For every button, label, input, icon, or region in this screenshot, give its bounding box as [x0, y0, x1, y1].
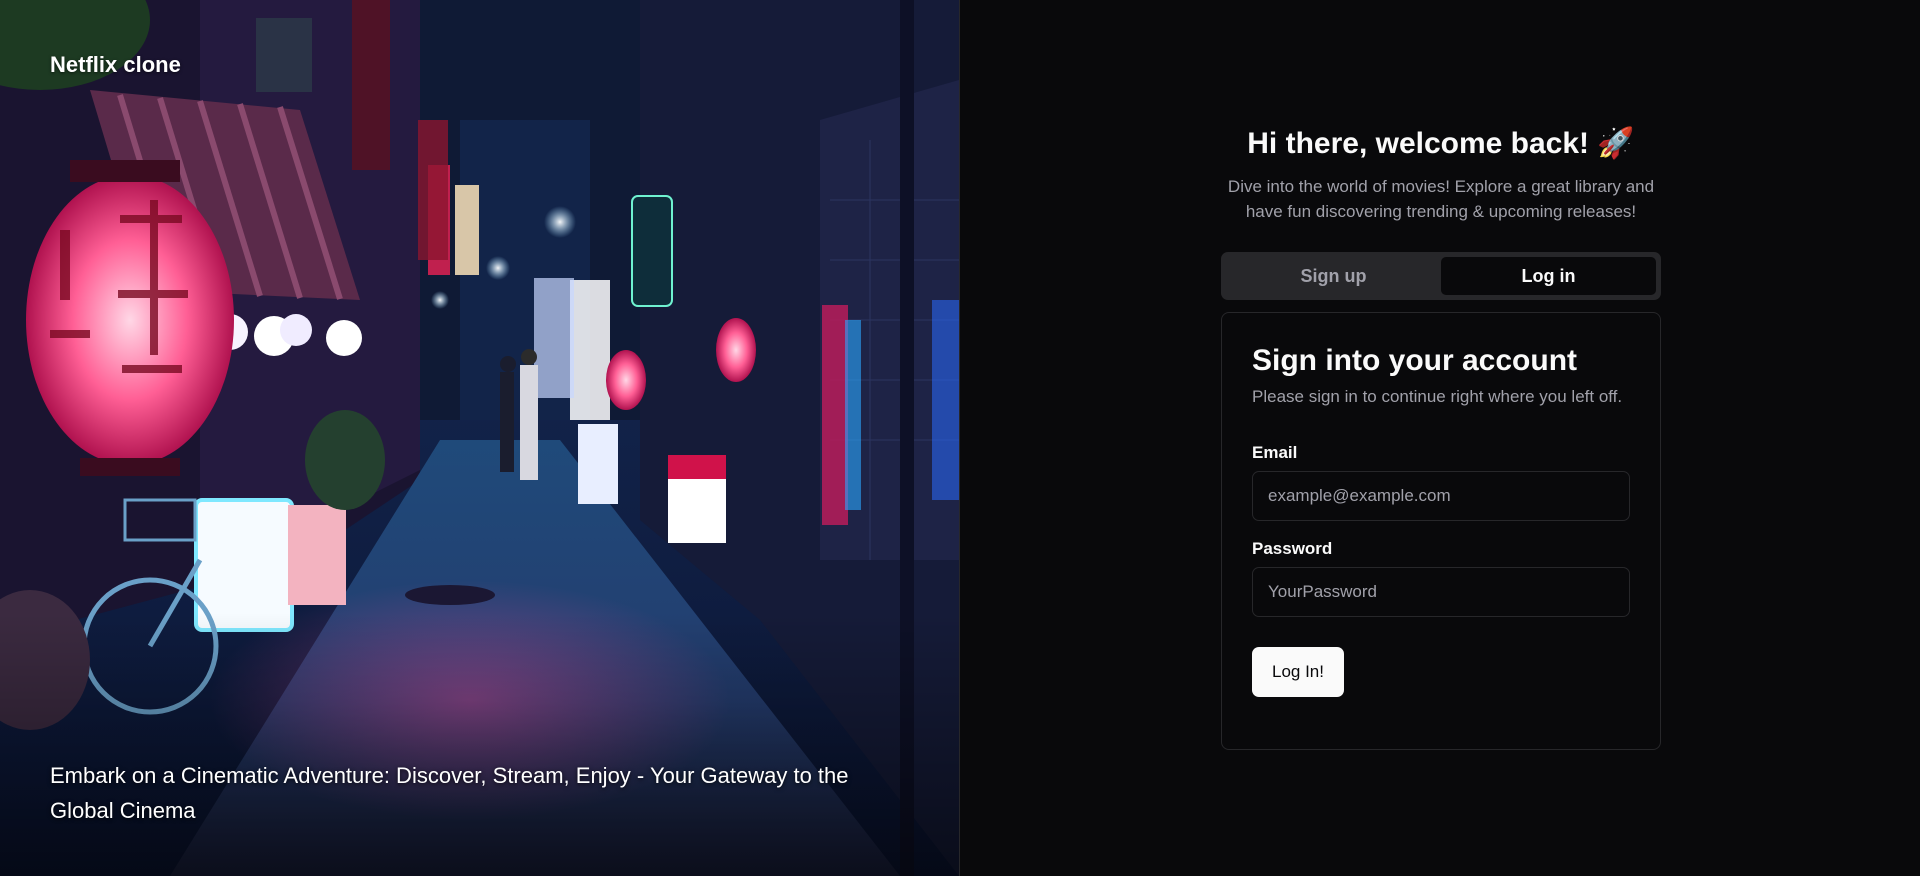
password-label: Password — [1252, 539, 1333, 558]
welcome-subtitle: Dive into the world of movies! Explore a… — [1227, 177, 1655, 221]
login-submit-button[interactable]: Log In! — [1252, 647, 1344, 697]
login-page: Netflix clone Embark on a Cinematic Adve… — [0, 0, 1920, 876]
card-title: Sign into your account — [1252, 344, 1578, 377]
auth-container: Hi there, welcome back! 🚀 Dive into the … — [1221, 124, 1661, 750]
hero-panel: Netflix clone Embark on a Cinematic Adve… — [0, 0, 960, 876]
login-card: Sign into your account Please sign in to… — [1221, 312, 1661, 750]
email-label: Email — [1252, 443, 1298, 462]
tab-sign-up[interactable]: Sign up — [1226, 257, 1441, 295]
auth-tabs: Sign up Log in — [1221, 252, 1661, 300]
brand-logo-text[interactable]: Netflix clone — [50, 52, 181, 78]
hero-tagline: Embark on a Cinematic Adventure: Discove… — [50, 763, 849, 823]
auth-panel: Hi there, welcome back! 🚀 Dive into the … — [960, 0, 1920, 876]
email-field[interactable] — [1252, 471, 1630, 521]
welcome-title: Hi there, welcome back! 🚀 — [1247, 127, 1635, 160]
password-field[interactable] — [1252, 567, 1630, 617]
card-subtitle: Please sign in to continue right where y… — [1252, 387, 1623, 406]
night-alley-photo — [0, 0, 959, 876]
tab-log-in[interactable]: Log in — [1441, 257, 1656, 295]
